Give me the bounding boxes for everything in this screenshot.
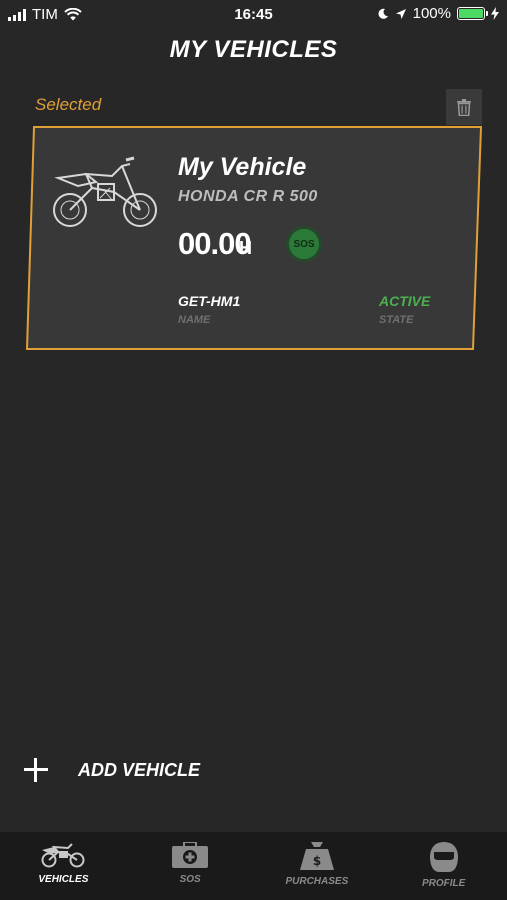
trash-icon (457, 98, 471, 116)
sos-status-badge[interactable]: SOS (289, 229, 319, 259)
add-vehicle-button[interactable]: ADD VEHICLE (24, 758, 200, 782)
location-arrow-icon (395, 8, 406, 19)
battery-icon (457, 7, 488, 20)
moon-icon (378, 8, 388, 19)
engine-hours-unit: H (239, 238, 252, 258)
add-vehicle-label: ADD VEHICLE (78, 759, 201, 780)
tab-vehicles-label: VEHICLES (38, 874, 89, 885)
money-bag-icon: $ (299, 842, 334, 870)
tab-vehicles[interactable]: VEHICLES (0, 832, 127, 900)
battery-percent: 100% (412, 5, 451, 22)
tab-sos[interactable]: SOS (127, 832, 254, 900)
helmet-icon (429, 842, 458, 872)
tab-sos-label: SOS (179, 874, 201, 885)
tab-purchases[interactable]: $ PURCHASES (254, 832, 381, 900)
tab-profile-label: PROFILE (421, 878, 466, 889)
status-bar: TIM 16:45 100% (0, 0, 507, 28)
first-aid-kit-icon (172, 842, 209, 868)
tab-profile[interactable]: PROFILE (380, 832, 507, 900)
tab-bar: VEHICLES SOS $ PURCHASES PROFILE (0, 832, 507, 900)
charging-bolt-icon (491, 7, 499, 20)
vehicle-state-value: ACTIVE (379, 293, 431, 309)
tab-purchases-label: PURCHASES (285, 876, 349, 887)
motorcycle-icon (41, 843, 85, 868)
page-title: MY VEHICLES (169, 36, 338, 63)
delete-vehicle-button[interactable] (446, 89, 482, 125)
svg-text:$: $ (313, 854, 321, 868)
selected-label: Selected (35, 95, 102, 114)
vehicle-model: HONDA CR R 500 (178, 188, 318, 205)
status-right: 100% (377, 5, 499, 22)
vehicle-name: My Vehicle (178, 153, 307, 181)
vehicle-state-label: STATE (379, 314, 414, 326)
vehicle-id-value: GET-HM1 (178, 293, 241, 309)
plus-icon (24, 758, 48, 782)
vehicle-id-label: NAME (178, 314, 211, 326)
vehicle-card[interactable]: My Vehicle HONDA CR R 500 00.00 H SOS GE… (26, 126, 482, 350)
motorcycle-icon (53, 156, 157, 227)
